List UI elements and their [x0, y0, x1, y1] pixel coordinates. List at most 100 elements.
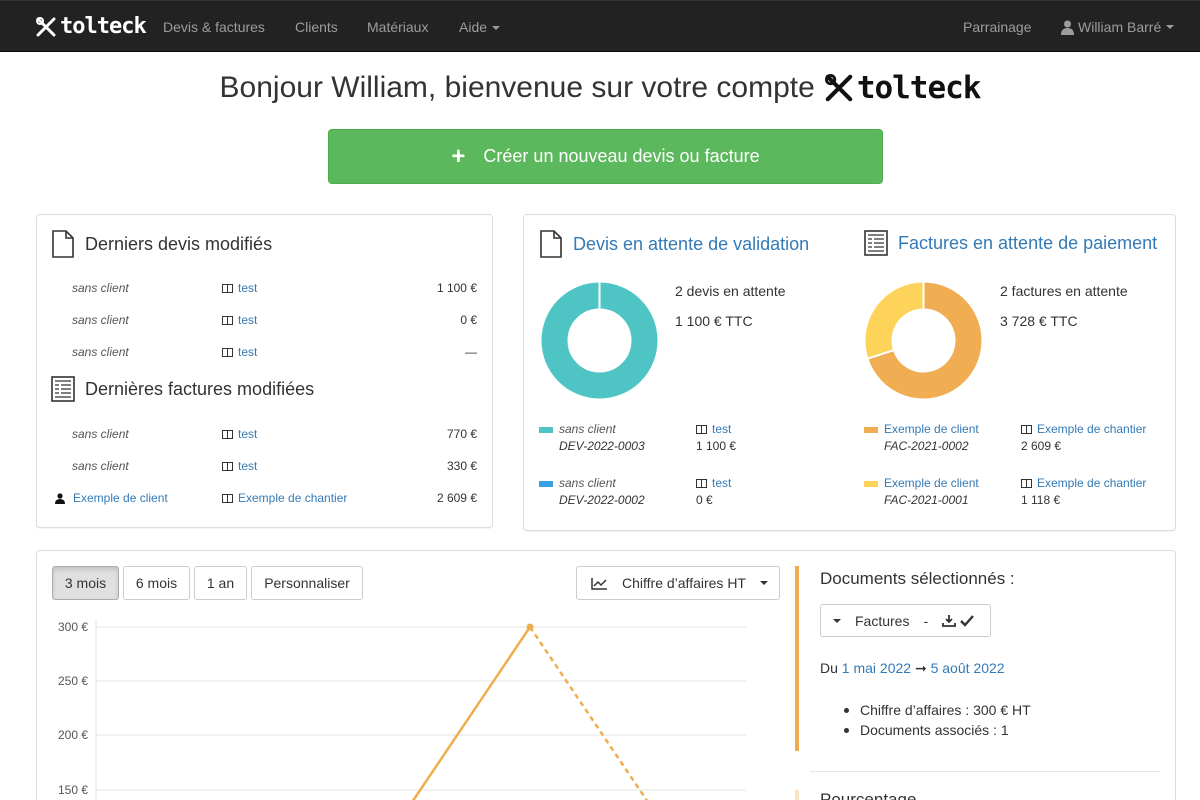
row-chantier[interactable]: test: [222, 427, 257, 441]
welcome-text: Bonjour William, bienvenue sur votre com…: [219, 71, 815, 104]
user-icon: [1061, 20, 1074, 35]
pending-invoices-heading[interactable]: Factures en attente de paiement: [864, 230, 1157, 256]
table-icon: [222, 283, 233, 293]
chevron-down-icon: [1166, 25, 1175, 29]
period-3-months-button[interactable]: 3 mois: [52, 566, 119, 600]
check-icon: [960, 615, 975, 627]
table-icon: [696, 424, 707, 434]
table-icon: [222, 429, 233, 439]
pending-quotes-donut: [540, 281, 659, 400]
nav-devis-factures[interactable]: Devis & factures: [163, 19, 265, 35]
selected-docs-summary: Chiffre d’affaires : 300 € HT Documents …: [842, 700, 1031, 740]
legend-swatch: [864, 481, 878, 487]
legend-item[interactable]: sans client DEV-2022-0003 test 1 100 €: [539, 422, 799, 456]
legend-chantier[interactable]: test: [696, 476, 731, 490]
pending-invoices-title: Factures en attente de paiement: [898, 232, 1158, 253]
legend-client: sans client: [559, 422, 616, 436]
period-1-year-button[interactable]: 1 an: [194, 566, 247, 600]
tools-icon: [824, 74, 853, 102]
table-icon: [222, 461, 233, 471]
nav-clients[interactable]: Clients: [295, 19, 338, 35]
legend-swatch: [864, 427, 878, 433]
legend-item[interactable]: sans client DEV-2022-0002 test 0 €: [539, 476, 799, 510]
document-icon: [540, 230, 562, 258]
welcome-heading: Bonjour William, bienvenue sur votre com…: [0, 70, 1200, 106]
user-icon: [55, 492, 65, 504]
period-prefix: Du: [820, 660, 838, 676]
user-menu[interactable]: William Barré: [1061, 19, 1175, 35]
pending-quotes-total: 1 100 € TTC: [675, 313, 753, 329]
data-point[interactable]: [526, 623, 534, 631]
arrow-right-icon: ➞: [914, 660, 927, 676]
period-custom-button[interactable]: Personnaliser: [251, 566, 363, 600]
chevron-down-icon: [833, 618, 841, 623]
legend-chantier[interactable]: test: [696, 422, 731, 436]
welcome-logo: tolteck: [824, 70, 981, 106]
row-chantier[interactable]: Exemple de chantier: [222, 491, 347, 505]
recent-quotes-title: Derniers devis modifiés: [85, 233, 273, 254]
nav-aide[interactable]: Aide: [459, 19, 501, 35]
selected-docs-accent: [795, 566, 799, 751]
selected-period: Du 1 mai 2022 ➞ 5 août 2022: [820, 660, 1005, 677]
summary-doc-count: Documents associés : 1: [842, 720, 1031, 740]
row-amount: 1 100 €: [436, 281, 477, 295]
table-icon: [696, 478, 707, 488]
legend-swatch: [539, 481, 553, 487]
document-type-filter[interactable]: Factures -: [820, 604, 991, 637]
legend-client[interactable]: Exemple de client: [884, 476, 979, 490]
row-chantier[interactable]: test: [222, 345, 257, 359]
brand-logo[interactable]: tolteck: [36, 14, 147, 39]
legend-swatch: [539, 427, 553, 433]
nav-aide-label: Aide: [459, 19, 488, 35]
revenue-chart: [95, 620, 746, 800]
row-client: sans client: [72, 281, 129, 295]
row-chantier-label: test: [238, 427, 258, 441]
row-chantier[interactable]: test: [222, 459, 257, 473]
nav-materiaux[interactable]: Matériaux: [367, 19, 428, 35]
row-client: sans client: [72, 427, 129, 441]
donut-slice[interactable]: [864, 281, 925, 360]
legend-amount: 1 118 €: [1021, 493, 1061, 507]
percentage-title: Pourcentage: [820, 790, 917, 800]
recent-invoices-heading: Dernières factures modifiées: [51, 376, 314, 402]
line-chart-icon: [591, 577, 607, 590]
legend-chantier[interactable]: Exemple de chantier: [1021, 476, 1146, 490]
legend-item[interactable]: Exemple de client FAC-2021-0002 Exemple …: [864, 422, 1164, 456]
row-chantier-label: test: [238, 281, 258, 295]
period-6-months-button[interactable]: 6 mois: [123, 566, 190, 600]
row-client[interactable]: Exemple de client: [55, 491, 168, 505]
table-icon: [222, 493, 233, 503]
recent-quotes-heading: Derniers devis modifiés: [51, 230, 272, 258]
legend-ref: FAC-2021-0001: [884, 493, 969, 507]
pending-invoices-total: 3 728 € TTC: [1000, 313, 1078, 329]
row-chantier-label: Exemple de chantier: [238, 491, 348, 505]
metric-select-label: Chiffre d’affaires HT: [622, 575, 746, 591]
row-chantier[interactable]: test: [222, 281, 257, 295]
create-document-button[interactable]: + Créer un nouveau devis ou facture: [328, 129, 883, 184]
legend-client[interactable]: Exemple de client: [884, 422, 979, 436]
pending-quotes-heading[interactable]: Devis en attente de validation: [539, 230, 809, 258]
nav-parrainage[interactable]: Parrainage: [963, 19, 1032, 35]
date-from-link[interactable]: 1 mai 2022: [842, 660, 911, 676]
legend-chantier[interactable]: Exemple de chantier: [1021, 422, 1146, 436]
legend-ref: DEV-2022-0003: [559, 439, 645, 453]
legend-amount: 0 €: [696, 493, 713, 507]
pending-quotes-count: 2 devis en attente: [675, 283, 786, 299]
brand-name: tolteck: [60, 14, 147, 39]
legend-chantier-label: test: [712, 422, 732, 436]
pending-invoices-count: 2 factures en attente: [1000, 283, 1128, 299]
row-chantier[interactable]: test: [222, 313, 257, 327]
legend-amount: 2 609 €: [1021, 439, 1062, 453]
row-amount: 330 €: [446, 459, 477, 473]
legend-client: sans client: [559, 476, 616, 490]
metric-select[interactable]: Chiffre d’affaires HT: [576, 566, 780, 600]
legend-chantier-label: test: [712, 476, 732, 490]
legend-item[interactable]: Exemple de client FAC-2021-0001 Exemple …: [864, 476, 1164, 510]
row-amount: —: [465, 345, 477, 359]
legend-chantier-label: Exemple de chantier: [1037, 476, 1147, 490]
table-icon: [1021, 424, 1032, 434]
legend-ref: FAC-2021-0002: [884, 439, 969, 453]
date-to-link[interactable]: 5 août 2022: [931, 660, 1005, 676]
row-chantier-label: test: [238, 313, 258, 327]
legend-ref: DEV-2022-0002: [559, 493, 645, 507]
